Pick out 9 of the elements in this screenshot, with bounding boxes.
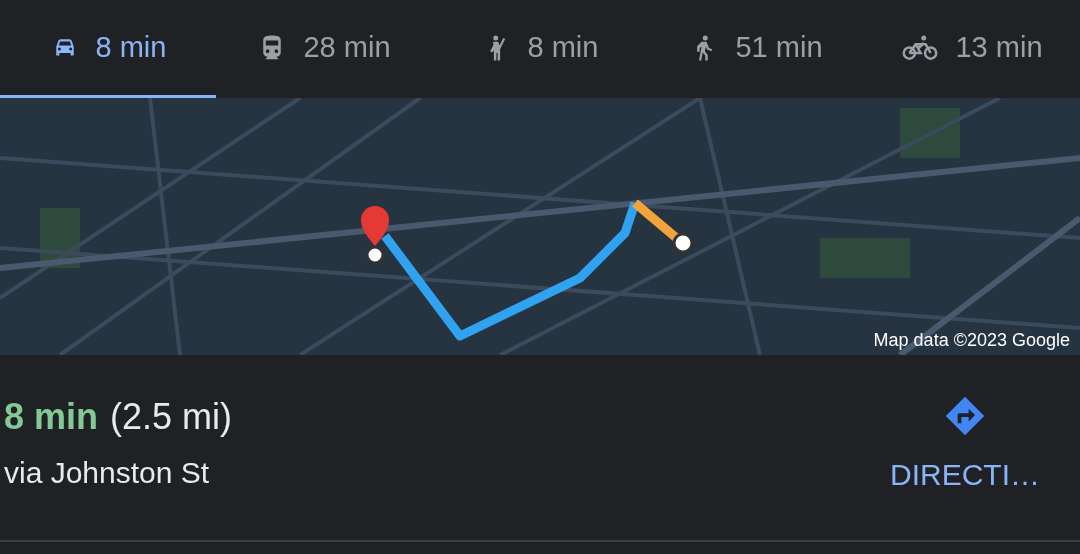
directions-button[interactable]: DIRECTI… — [890, 393, 1040, 492]
travel-mode-tab[interactable]: 13 min — [864, 0, 1080, 98]
map-attribution: Map data ©2023 Google — [873, 330, 1070, 351]
travel-mode-tab[interactable]: 8 min — [432, 0, 648, 98]
travel-mode-tab[interactable]: 28 min — [216, 0, 432, 98]
route-via: via Johnston St — [4, 455, 211, 490]
travel-mode-tab[interactable]: 51 min — [648, 0, 864, 98]
route-distance: (2.5 mi) — [110, 395, 233, 438]
route-duration: 8 min — [4, 395, 99, 438]
